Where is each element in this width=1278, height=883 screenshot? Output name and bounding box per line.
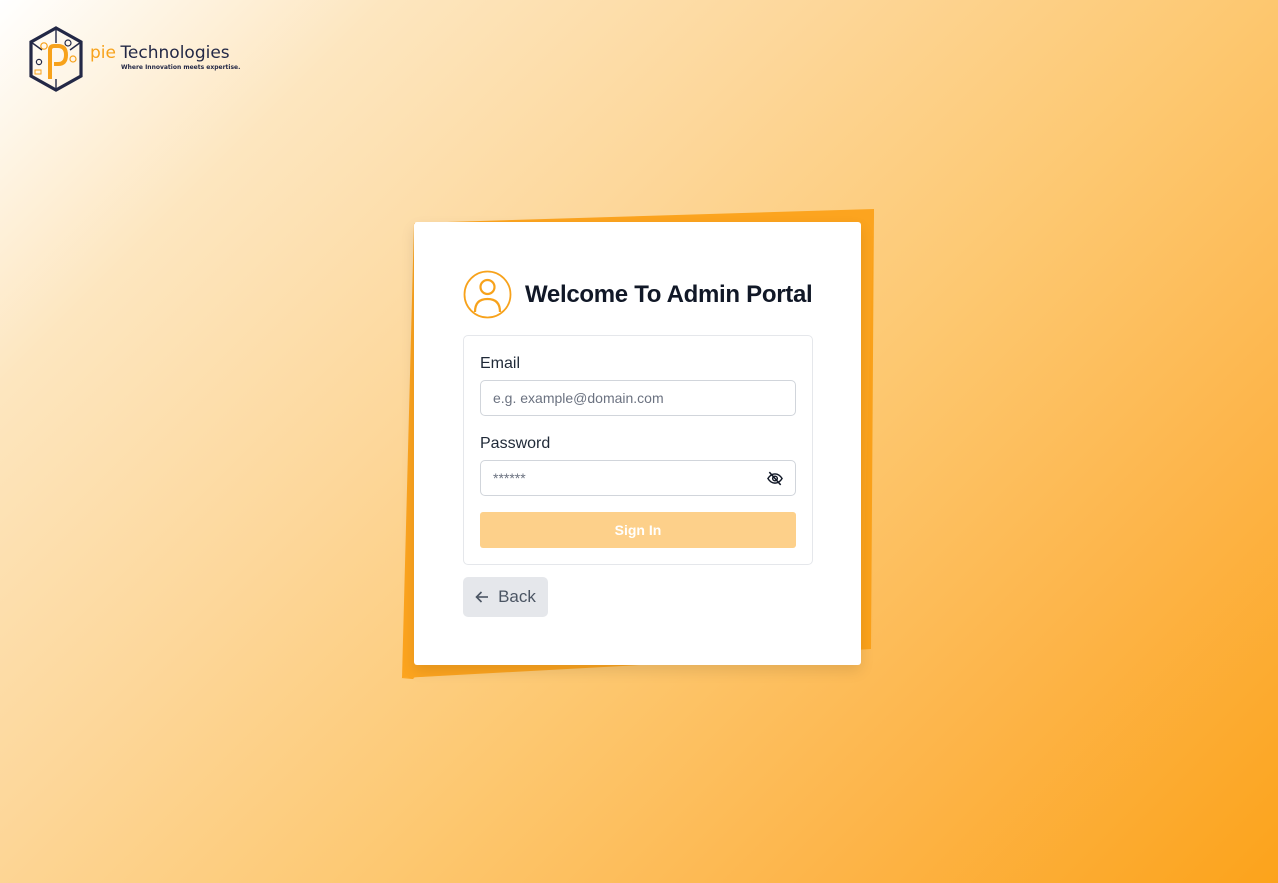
sign-in-button[interactable]: Sign In [480, 512, 796, 548]
back-button[interactable]: Back [463, 577, 548, 617]
password-field[interactable] [480, 460, 796, 496]
password-label: Password [480, 435, 551, 452]
login-form: Email Password Sign In [463, 335, 813, 565]
email-label: Email [480, 355, 521, 372]
email-field[interactable] [480, 380, 796, 416]
brand-tagline: Where Innovation meets expertise. [121, 64, 241, 71]
hexagon-p-logo-icon [29, 26, 83, 92]
card-header: Welcome To Admin Portal [463, 270, 813, 319]
user-circle-icon [463, 270, 512, 319]
arrow-left-icon [475, 591, 489, 603]
back-button-label: Back [498, 587, 536, 606]
brand-name: pie Technologies [90, 43, 230, 63]
eye-off-icon[interactable] [766, 470, 784, 487]
brand-name-pie: pie [90, 43, 116, 63]
company-logo[interactable]: pie Technologies Where Innovation meets … [28, 26, 240, 92]
login-card: Welcome To Admin Portal Email Password S… [414, 222, 861, 665]
page-title: Welcome To Admin Portal [525, 280, 813, 308]
brand-name-technologies: Technologies [120, 43, 230, 63]
